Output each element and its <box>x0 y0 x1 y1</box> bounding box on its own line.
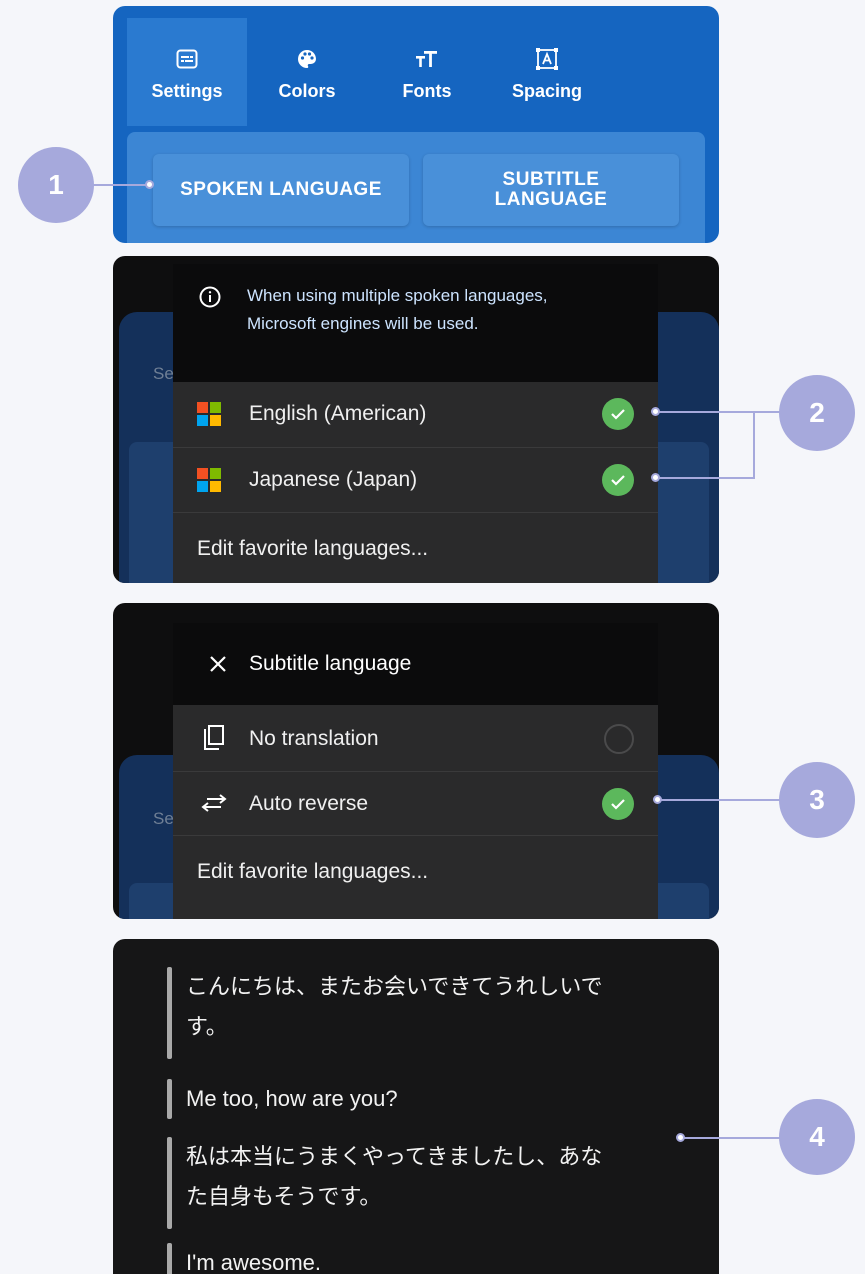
edit-favorite-languages-label: Edit favorite languages... <box>197 537 429 560</box>
callout-line-4 <box>684 1137 781 1139</box>
info-text: When using multiple spoken languages, Mi… <box>247 286 548 333</box>
subtitle-menu-header: Subtitle language <box>173 623 658 705</box>
subtitle-language-button[interactable]: SUBTITLE LANGUAGE <box>423 154 679 226</box>
edit-favorite-languages-link[interactable]: Edit favorite languages... <box>173 512 658 583</box>
microsoft-logo-icon <box>197 402 221 431</box>
subtitle-line-4: I'm awesome. <box>167 1243 321 1274</box>
check-icon[interactable] <box>602 398 634 430</box>
language-option-japanese[interactable]: Japanese (Japan) <box>173 447 658 512</box>
language-option-english[interactable]: English (American) <box>173 382 658 446</box>
subtitle-line-bar <box>167 1243 172 1274</box>
palette-icon <box>296 43 318 75</box>
edit-favorite-languages-link[interactable]: Edit favorite languages... <box>173 835 658 908</box>
language-label-english: English (American) <box>249 402 427 425</box>
callout-badge-4: 4 <box>779 1099 855 1175</box>
subtitle-option-label-no-translation: No translation <box>249 727 379 750</box>
subtitle-language-screen: Se Subtitle language No translation Auto… <box>113 603 719 919</box>
copy-icon <box>203 725 225 756</box>
tab-spacing[interactable]: Spacing <box>487 18 607 126</box>
subtitle-option-auto-reverse[interactable]: Auto reverse <box>173 771 658 836</box>
spoken-language-menu: When using multiple spoken languages, Mi… <box>173 264 658 583</box>
text-size-icon <box>415 43 439 75</box>
callout-line-2c <box>753 411 755 479</box>
subtitle-line-bar <box>167 1137 172 1229</box>
subtitle-line-3: 私は本当にうまくやってきましたし、あな た自身もそうです。 <box>167 1137 602 1229</box>
tab-settings[interactable]: Settings <box>127 18 247 126</box>
check-icon[interactable] <box>602 464 634 496</box>
tab-colors-label: Colors <box>278 80 336 101</box>
subtitle-line-text: こんにちは、またお会いできてうれしいで す。 <box>186 974 603 1039</box>
swap-icon <box>201 794 227 817</box>
background-tab-label: Se <box>153 364 174 383</box>
subtitle-line-bar <box>167 967 172 1059</box>
language-button-area: SPOKEN LANGUAGE SUBTITLE LANGUAGE <box>127 132 705 243</box>
subtitles-icon <box>176 43 198 75</box>
caption-settings-panel: Settings Colors Fonts Spacing SPOKEN LAN… <box>113 6 719 243</box>
background-tab-label: Se <box>153 809 174 828</box>
subtitle-transcript-panel: こんにちは、またお会いできてうれしいで す。 Me too, how are y… <box>113 939 719 1274</box>
tab-spacing-label: Spacing <box>511 80 582 101</box>
settings-tabbar: Settings Colors Fonts Spacing <box>127 18 647 126</box>
subtitle-line-1: こんにちは、またお会いできてうれしいで す。 <box>167 967 603 1059</box>
unchecked-radio-icon[interactable] <box>604 724 634 754</box>
subtitle-line-text: Me too, how are you? <box>186 1086 398 1111</box>
close-icon[interactable] <box>209 655 227 678</box>
tab-settings-label: Settings <box>151 80 223 101</box>
spoken-language-screen: Se When using multiple spoken languages,… <box>113 256 719 583</box>
spoken-language-button[interactable]: SPOKEN LANGUAGE <box>153 154 409 226</box>
tab-fonts[interactable]: Fonts <box>367 18 487 126</box>
tab-fonts-label: Fonts <box>402 80 452 101</box>
callout-line-2b <box>659 477 755 479</box>
callout-badge-1: 1 <box>18 147 94 223</box>
info-banner: When using multiple spoken languages, Mi… <box>173 264 658 382</box>
subtitle-menu-title: Subtitle language <box>249 652 412 675</box>
callout-line-3 <box>661 799 781 801</box>
subtitle-language-menu: Subtitle language No translation Auto re… <box>173 623 658 919</box>
subtitle-option-label-auto-reverse: Auto reverse <box>249 792 369 815</box>
callout-badge-3: 3 <box>779 762 855 838</box>
subtitle-line-2: Me too, how are you? <box>167 1079 398 1119</box>
spacing-icon <box>535 43 559 75</box>
edit-favorite-languages-label: Edit favorite languages... <box>197 860 429 883</box>
tab-colors[interactable]: Colors <box>247 18 367 126</box>
language-label-japanese: Japanese (Japan) <box>249 468 418 491</box>
callout-line-1 <box>92 184 148 186</box>
subtitle-line-text: I'm awesome. <box>186 1250 322 1274</box>
subtitle-line-bar <box>167 1079 172 1119</box>
check-icon[interactable] <box>602 788 634 820</box>
subtitle-option-no-translation[interactable]: No translation <box>173 707 658 771</box>
callout-dot-1 <box>145 180 154 189</box>
callout-badge-2: 2 <box>779 375 855 451</box>
subtitle-line-text: 私は本当にうまくやってきましたし、あな た自身もそうです。 <box>186 1144 603 1209</box>
callout-line-2a <box>659 411 780 413</box>
microsoft-logo-icon <box>197 468 221 497</box>
info-icon <box>199 286 221 313</box>
